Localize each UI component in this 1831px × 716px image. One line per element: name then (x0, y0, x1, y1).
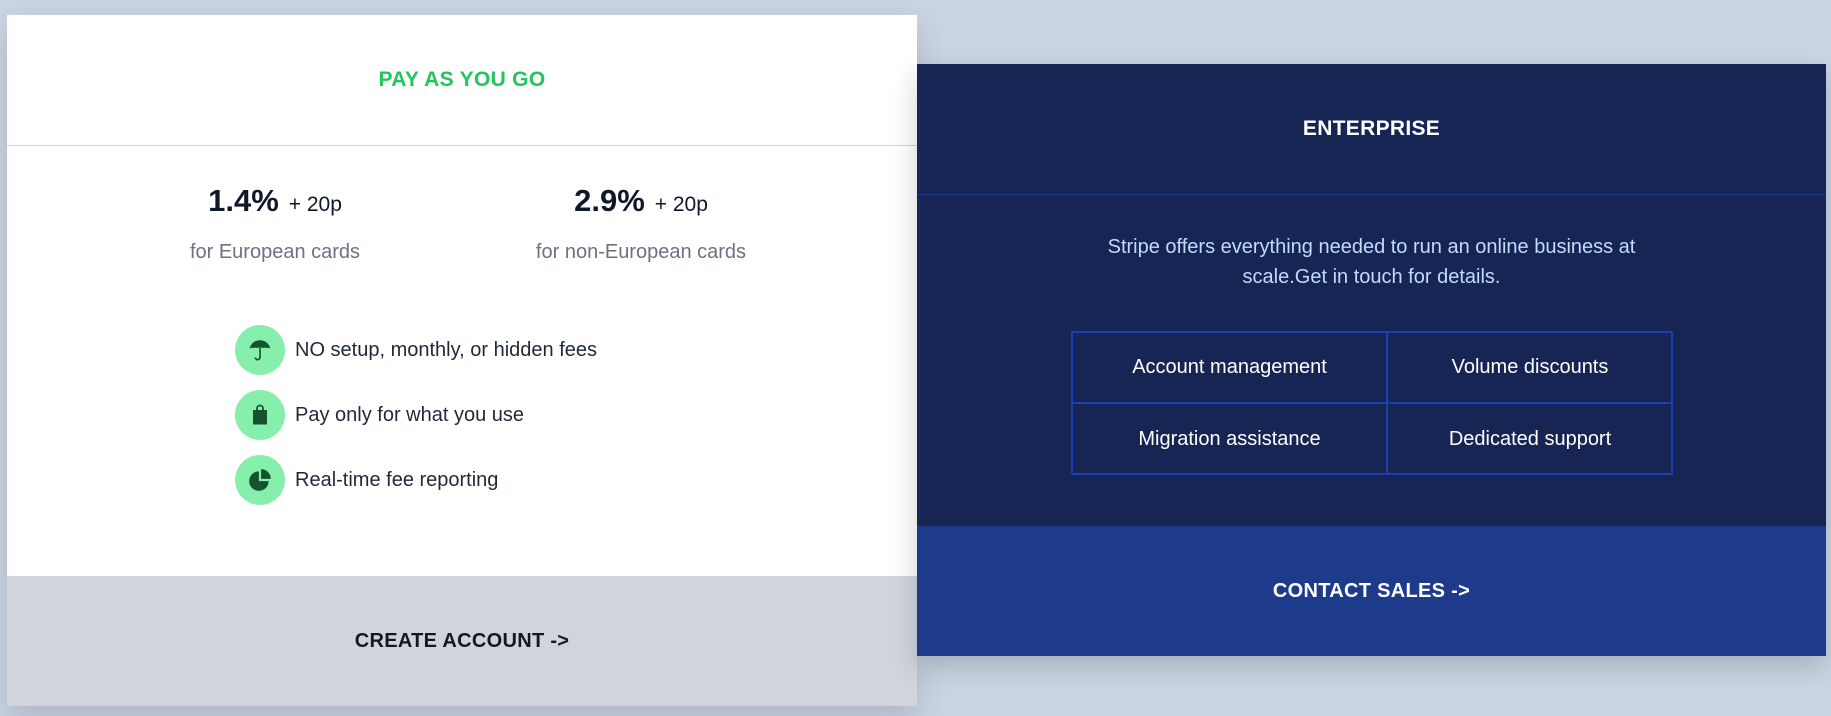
description-line: scale.Get in touch for details. (1242, 266, 1501, 288)
feature-list: NO setup, monthly, or hidden fees Pay on… (235, 325, 597, 520)
feature-text: NO setup, monthly, or hidden fees (295, 338, 598, 361)
plan-title: PAY AS YOU GO (378, 68, 546, 91)
enterprise-description: Stripe offers everything needed to run a… (917, 232, 1826, 292)
pricing-section: 1.4% + 20p for European cards 2.9% + 20p… (7, 183, 917, 303)
service-migration-assistance: Migration assistance (1072, 403, 1387, 475)
non-european-cards-price: 2.9% + 20p for non-European cards (471, 183, 811, 264)
enterprise-card: ENTERPRISE Stripe offers everything need… (917, 64, 1826, 656)
price-description: for European cards (189, 241, 361, 263)
umbrella-icon (235, 325, 285, 375)
feature-text: Real-time fee reporting (295, 468, 499, 491)
service-dedicated-support: Dedicated support (1387, 403, 1673, 475)
enterprise-header: ENTERPRISE (917, 64, 1826, 195)
pie-chart-icon (235, 455, 285, 505)
plan-title: ENTERPRISE (1302, 117, 1441, 140)
shopping-bag-icon (235, 390, 285, 440)
service-account-management: Account management (1072, 332, 1387, 403)
price-fixed-fee: + 20p (288, 193, 342, 216)
pay-as-you-go-card: PAY AS YOU GO 1.4% + 20p for European ca… (7, 15, 917, 706)
enterprise-services-grid: Account management Volume discounts Migr… (1071, 331, 1673, 475)
price-percent: 2.9% (574, 183, 645, 218)
feature-item: NO setup, monthly, or hidden fees (235, 325, 597, 375)
create-account-button[interactable]: CREATE ACCOUNT -> (7, 576, 917, 706)
european-cards-price: 1.4% + 20p for European cards (105, 183, 445, 264)
price-description: for non-European cards (535, 241, 747, 263)
price-fixed-fee: + 20p (654, 193, 708, 216)
feature-item: Real-time fee reporting (235, 455, 597, 505)
description-line: Stripe offers everything needed to run a… (1107, 236, 1636, 258)
price-percent: 1.4% (208, 183, 279, 218)
service-volume-discounts: Volume discounts (1387, 332, 1673, 403)
feature-text: Pay only for what you use (295, 403, 525, 426)
pay-as-you-go-header: PAY AS YOU GO (7, 15, 917, 146)
contact-sales-button[interactable]: CONTACT SALES -> (917, 526, 1826, 656)
feature-item: Pay only for what you use (235, 390, 597, 440)
